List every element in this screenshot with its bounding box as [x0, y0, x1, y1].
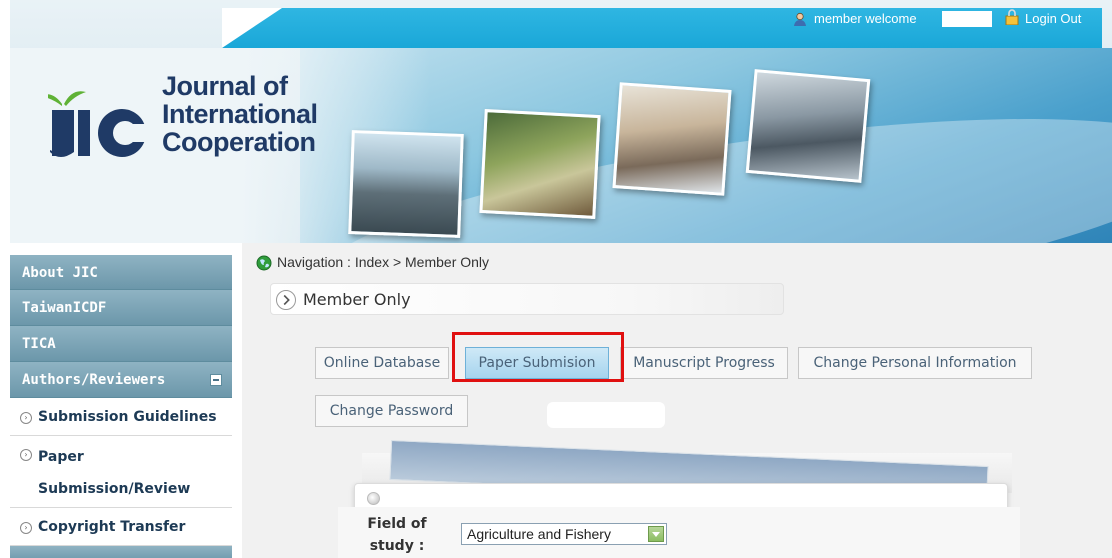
member-welcome-text: member welcome — [814, 11, 917, 26]
header-photo-computers — [745, 69, 871, 183]
tab-change-personal-information[interactable]: Change Personal Information — [798, 347, 1032, 379]
sidebar-subitem-label: Copyright Transfer — [38, 519, 186, 535]
sidebar-subitem-label: Submission Guidelines — [38, 409, 217, 425]
highlight-box — [452, 332, 624, 382]
breadcrumb: Navigation : Index > Member Only — [277, 254, 490, 270]
bullet-icon: › — [20, 449, 32, 461]
sidebar-item-taiwanicdf[interactable]: TaiwanICDF — [10, 290, 232, 326]
field-of-study-value: Agriculture and Fishery — [467, 526, 611, 542]
user-icon — [794, 12, 806, 26]
main-content: Navigation : Index > Member Only Member … — [242, 243, 1112, 558]
sidebar-subitem-label-line-1: Paper — [38, 449, 84, 465]
field-of-study-label: Field of study : — [342, 513, 452, 557]
site-logo[interactable]: Journal of International Cooperation — [48, 72, 318, 162]
arrow-circle-icon — [276, 290, 296, 310]
logo-line-2: International — [162, 99, 318, 129]
sidebar-item-tica[interactable]: TICA — [10, 326, 232, 362]
header-photo-industry — [348, 130, 464, 238]
bullet-icon: › — [20, 522, 32, 534]
sidebar-subitem-label-line-2: Submission/Review — [38, 481, 191, 497]
redacted-area — [547, 402, 665, 428]
field-of-study-select[interactable]: Agriculture and Fishery — [461, 523, 667, 545]
dropdown-arrow-icon[interactable] — [648, 526, 664, 542]
collapse-icon[interactable] — [210, 374, 222, 386]
sidebar-item-authors-reviewers[interactable]: Authors/Reviewers — [10, 362, 232, 398]
globe-icon — [256, 255, 272, 271]
tab-online-database[interactable]: Online Database — [315, 347, 449, 379]
logout-link[interactable]: Login Out — [1025, 11, 1081, 26]
header-photo-laboratory — [612, 82, 732, 196]
top-bar-notch — [222, 8, 282, 48]
sidebar-item-about-jic[interactable]: About JIC — [10, 255, 232, 290]
card-dot-icon — [367, 492, 380, 505]
lock-icon — [1005, 9, 1019, 25]
logo-line-3: Cooperation — [162, 127, 316, 157]
sidebar-subitem-submission-guidelines[interactable]: › Submission Guidelines — [10, 398, 232, 436]
header-photo-agriculture — [479, 109, 601, 219]
sidebar-subitem-copyright-transfer[interactable]: › Copyright Transfer — [10, 508, 232, 546]
tab-change-password[interactable]: Change Password — [315, 395, 468, 427]
sidebar-item-label: Authors/Reviewers — [22, 372, 166, 388]
sidebar-item-label: About JIC — [22, 265, 98, 281]
page-title: Member Only — [303, 290, 411, 309]
logo-wordmark: Journal of International Cooperation — [162, 72, 318, 156]
jic-logo-icon — [48, 91, 152, 157]
section-title-bar: Member Only — [270, 283, 784, 315]
member-name-redacted — [942, 11, 992, 27]
sidebar-item-label: TICA — [22, 336, 56, 352]
field-label-line-2: study : — [369, 538, 425, 554]
bullet-icon: › — [20, 412, 32, 424]
logo-line-1: Journal of — [162, 71, 288, 101]
tab-manuscript-progress[interactable]: Manuscript Progress — [620, 347, 788, 379]
sidebar: About JIC TaiwanICDF TICA Authors/Review… — [10, 255, 232, 558]
sidebar-next-item[interactable] — [10, 546, 232, 558]
field-label-line-1: Field of — [367, 516, 427, 532]
sidebar-subitem-paper-submission-review[interactable]: › Paper Submission/Review — [10, 436, 232, 508]
sidebar-item-label: TaiwanICDF — [22, 300, 107, 316]
